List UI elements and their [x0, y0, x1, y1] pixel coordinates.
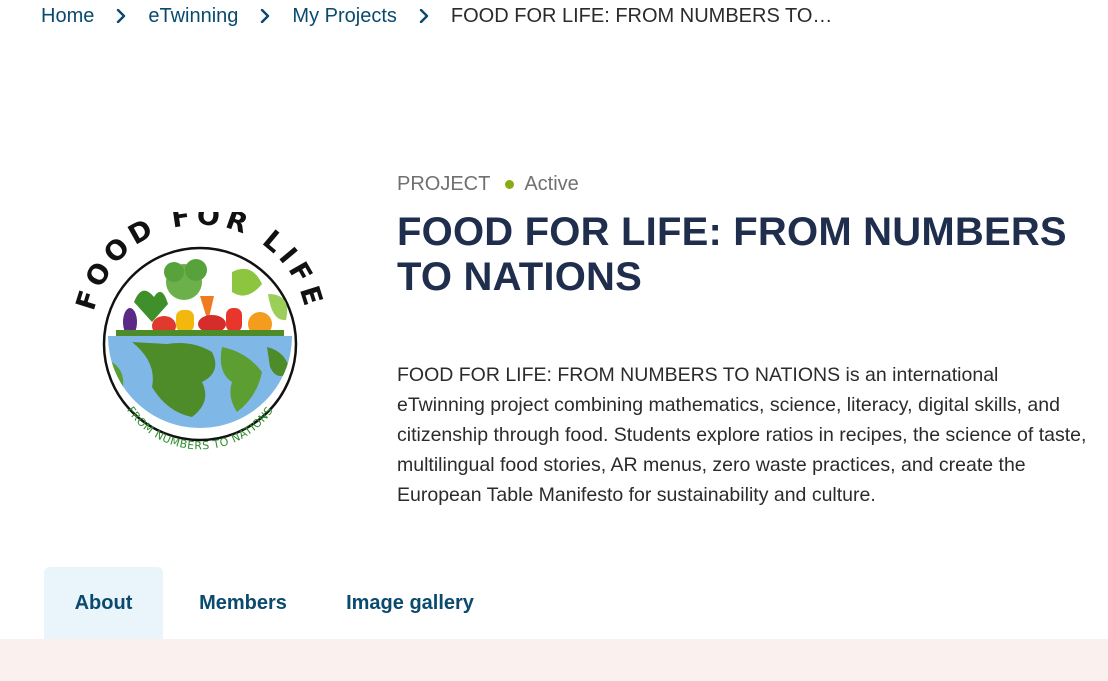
project-logo: FOOD FOR LIFE FROM NUMBERS TO NATIONS — [70, 200, 328, 468]
project-description: FOOD FOR LIFE: FROM NUMBERS TO NATIONS i… — [397, 364, 1087, 506]
tab-members[interactable]: Members — [163, 567, 323, 639]
breadcrumb-my-projects-link[interactable]: My Projects — [292, 5, 396, 28]
status-badge: Active — [524, 173, 579, 195]
breadcrumb: Home eTwinning My Projects FOOD FOR LIFE… — [41, 3, 832, 29]
breadcrumb-home-link[interactable]: Home — [41, 5, 94, 28]
breadcrumb-current: FOOD FOR LIFE: FROM NUMBERS TO… — [450, 4, 833, 27]
project-type-label: PROJECT — [397, 173, 491, 195]
breadcrumb-etwinning-link[interactable]: eTwinning — [148, 5, 238, 28]
project-tabs: About Members Image gallery — [44, 567, 485, 639]
project-meta: PROJECT Active — [397, 173, 579, 196]
chevron-right-icon — [397, 9, 451, 23]
content-section-background — [0, 639, 1108, 681]
chevron-right-icon — [94, 9, 148, 23]
page-title: FOOD FOR LIFE: FROM NUMBERS TO NATIONS — [397, 210, 1067, 299]
status-dot-icon — [505, 180, 515, 189]
tab-about[interactable]: About — [44, 567, 163, 639]
tab-image-gallery[interactable]: Image gallery — [323, 567, 485, 639]
chevron-right-icon — [238, 9, 292, 23]
